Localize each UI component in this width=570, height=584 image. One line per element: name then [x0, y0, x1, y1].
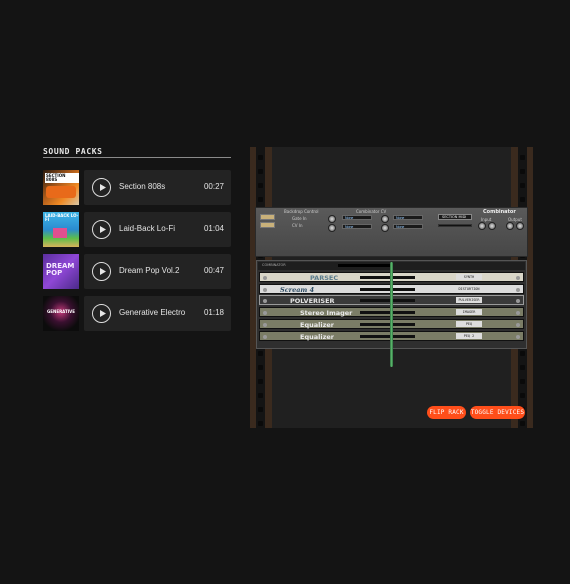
pack-artwork: DREAM POP — [43, 254, 79, 289]
pack-artwork-label: SECTION 808S — [45, 173, 79, 183]
combinator-title: Combinator — [483, 209, 516, 215]
midi-meter — [438, 224, 472, 227]
device-tag: IMAGER — [456, 309, 482, 315]
rack-hole — [258, 379, 263, 384]
cv-select[interactable]: None — [393, 215, 423, 220]
rack-hole — [258, 365, 263, 370]
input-jack[interactable] — [488, 222, 496, 230]
play-button[interactable] — [92, 304, 111, 323]
device-tag: SYNTH — [456, 274, 482, 280]
cv-select[interactable]: None — [342, 215, 372, 220]
pack-name: Generative Electro — [119, 308, 186, 317]
pack-name: Section 808s — [119, 182, 166, 191]
rack-hole — [520, 197, 525, 202]
run-button[interactable] — [260, 214, 275, 220]
play-icon — [99, 226, 106, 233]
rack-hole — [520, 393, 525, 398]
device-tag: DISTORTION — [456, 286, 482, 292]
rack-hole — [520, 365, 525, 370]
device-tag: PEQ 2 — [456, 333, 482, 339]
rack-hole — [258, 155, 263, 160]
pack-duration: 00:27 — [203, 182, 224, 191]
rack-hole — [258, 421, 263, 426]
rack-hole — [258, 407, 263, 412]
input-jack[interactable] — [478, 222, 486, 230]
sound-packs-divider — [43, 157, 231, 158]
rack-hole — [520, 351, 525, 356]
flip-rack-button[interactable]: FLIP RACK — [427, 406, 466, 419]
sound-pack-item[interactable]: SECTION 808S Section 808s 00:27 — [43, 170, 231, 205]
device-name: Equalizer — [300, 333, 334, 341]
play-icon — [99, 184, 106, 191]
combinator-cv-label: Combinator CV — [356, 209, 387, 214]
rack-hole — [520, 155, 525, 160]
device-name: Equalizer — [300, 321, 334, 329]
device-name: POLVERISER — [290, 297, 335, 305]
pack-artwork: LAID-BACK LO-FI — [43, 212, 79, 247]
rack-hole — [520, 379, 525, 384]
pack-artwork-label: DREAM POP — [46, 262, 75, 277]
play-button[interactable] — [92, 262, 111, 281]
rack-hole — [520, 183, 525, 188]
toggle-devices-button[interactable]: TOGGLE DEVICES — [470, 406, 525, 419]
cv-select[interactable]: None — [393, 224, 423, 229]
pack-name: Laid-Back Lo-Fi — [119, 224, 176, 233]
rack-hole — [258, 393, 263, 398]
bypass-button[interactable] — [260, 222, 275, 228]
output-jack[interactable] — [506, 222, 514, 230]
device-name: Stereo Imager — [300, 309, 353, 317]
section-midi-label: SECTION MIDI — [442, 215, 467, 219]
device-tag: PEQ — [456, 321, 482, 327]
rack-hole — [520, 169, 525, 174]
pack-artwork-label: LAID-BACK LO-FI — [45, 213, 79, 222]
cv-knob[interactable] — [328, 224, 336, 232]
patch-cable[interactable] — [390, 262, 393, 367]
device-name: Scream 4 — [280, 286, 315, 294]
gate-in-label: Gate In — [292, 216, 307, 221]
play-button[interactable] — [92, 178, 111, 197]
rack-hole — [520, 421, 525, 426]
backdrop-label: Backdrop Control — [284, 209, 319, 214]
cv-in-label: CV In — [292, 223, 303, 228]
cv-select[interactable]: None — [342, 224, 372, 229]
cv-knob[interactable] — [381, 215, 389, 223]
sound-pack-item[interactable]: LAID-BACK LO-FI Laid-Back Lo-Fi 01:04 — [43, 212, 231, 247]
cv-knob[interactable] — [328, 215, 336, 223]
play-button[interactable] — [92, 220, 111, 239]
sound-packs-title: SOUND PACKS — [43, 147, 103, 156]
pack-artwork: GENERATIVE — [43, 296, 79, 331]
output-jack[interactable] — [516, 222, 524, 230]
sound-pack-item[interactable]: GENERATIVE Generative Electro 01:18 — [43, 296, 231, 331]
play-icon — [99, 310, 106, 317]
rack-hole — [258, 197, 263, 202]
cv-knob[interactable] — [381, 224, 389, 232]
play-icon — [99, 268, 106, 275]
pack-name: Dream Pop Vol.2 — [119, 266, 180, 275]
pack-duration: 01:04 — [203, 224, 224, 233]
rack-hole — [258, 169, 263, 174]
rack-hole — [258, 351, 263, 356]
combinator-sub-label: COMBINATOR — [262, 263, 286, 267]
pack-duration: 01:18 — [203, 308, 224, 317]
pack-artwork-label: GENERATIVE — [47, 309, 76, 314]
sound-pack-item[interactable]: DREAM POP Dream Pop Vol.2 00:47 — [43, 254, 231, 289]
device-name: PARSEC — [310, 274, 339, 282]
rack-hole — [258, 183, 263, 188]
device-tag: PULVERISER — [456, 297, 482, 303]
pack-artwork: SECTION 808S — [43, 170, 79, 205]
pack-duration: 00:47 — [203, 266, 224, 275]
